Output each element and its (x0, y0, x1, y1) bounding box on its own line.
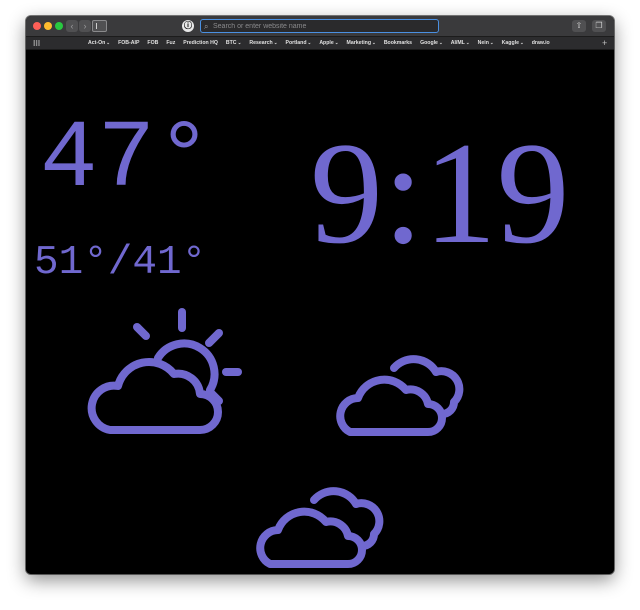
tab-overview-icon[interactable]: ❐ (592, 20, 606, 32)
bookmark-label: Apple (319, 40, 334, 46)
minimize-window-button[interactable] (44, 22, 52, 30)
title-bar: ‹ › ⓘ ⌕ ⇧ ❐ (26, 16, 614, 37)
chevron-down-icon: ⌄ (465, 40, 470, 45)
chevron-down-icon: ⌄ (438, 40, 443, 45)
bookmark-item[interactable]: BTC⌄ (226, 37, 241, 49)
chevron-down-icon: ⌄ (237, 40, 242, 45)
bookmark-item[interactable]: Bookmarks (384, 37, 412, 49)
bookmark-label: Research (249, 40, 273, 46)
search-icon: ⌕ (204, 22, 209, 31)
privacy-report-icon[interactable]: ⓘ (182, 20, 194, 32)
cloudy-icon (256, 487, 384, 568)
bookmark-label: Portland (285, 40, 307, 46)
bookmark-label: draw.io (531, 40, 550, 46)
bookmark-item[interactable]: Marketing⌄ (347, 37, 376, 49)
bookmark-label: Fuz (166, 40, 176, 46)
bookmark-label: Kaggle (501, 40, 519, 46)
bookmark-item[interactable]: Fuz (166, 37, 175, 49)
bookmark-item[interactable]: draw.io (532, 37, 550, 49)
high-low-temperature: 51°/41° (34, 240, 207, 286)
forward-button[interactable]: › (79, 20, 91, 32)
bookmark-label: Google (420, 40, 438, 46)
chevron-down-icon: ⌄ (273, 40, 278, 45)
bookmark-label: BTC (225, 40, 237, 46)
chevron-down-icon: ⌄ (334, 40, 339, 45)
bookmark-label: FOB (147, 40, 159, 46)
browser-window: ‹ › ⓘ ⌕ ⇧ ❐ Act-On⌄FOB-AIPFOBFuzPredicti… (26, 16, 614, 574)
bookmark-item[interactable]: Prediction HQ (183, 37, 218, 49)
zoom-window-button[interactable] (55, 22, 63, 30)
bookmark-label: Bookmarks (383, 40, 413, 46)
chevron-down-icon: ⌄ (519, 40, 524, 45)
bookmark-item[interactable]: FOB-AIP (118, 37, 139, 49)
bookmark-list: Act-On⌄ FOB-AIP FOB Fuz Prediction HQ BTC⌄ Res… (88, 37, 550, 49)
bookmark-label: Marketing (346, 40, 372, 46)
show-all-bookmarks-grid-icon[interactable] (33, 40, 40, 46)
close-window-button[interactable] (33, 22, 41, 30)
share-icon[interactable]: ⇧ (572, 20, 586, 32)
favorites-bar: Act-On⌄ FOB-AIP FOB Fuz Prediction HQ BTC⌄ Res… (26, 37, 614, 50)
bookmark-label: AI/ML (450, 40, 465, 46)
address-input[interactable] (213, 20, 433, 32)
clock-time: 9:19 (310, 112, 570, 274)
bookmark-label: FOB-AIP (118, 40, 140, 46)
cloudy-icon (336, 355, 464, 436)
bookmark-label: Act-On (88, 40, 106, 46)
bookmark-item[interactable]: Kaggle⌄ (502, 37, 524, 49)
bookmark-item[interactable]: Portland⌄ (285, 37, 311, 49)
address-bar[interactable]: ⌕ (200, 19, 439, 33)
dashboard-page: 47° 51°/41° 9:19 (26, 50, 614, 574)
bookmark-label: Prediction HQ (183, 40, 218, 46)
chevron-down-icon: ⌄ (106, 40, 111, 45)
bookmark-item[interactable]: AI/ML⌄ (451, 37, 470, 49)
chevron-down-icon: ⌄ (307, 40, 312, 45)
chevron-down-icon: ⌄ (372, 40, 376, 45)
bookmark-item[interactable]: Act-On⌄ (88, 37, 110, 49)
chevron-down-icon: ⌄ (489, 40, 494, 45)
bookmark-item[interactable]: Nein⌄ (478, 37, 494, 49)
new-tab-button[interactable]: + (602, 37, 607, 49)
partly-cloudy-day-icon (87, 308, 242, 434)
bookmark-item[interactable]: Research⌄ (249, 37, 277, 49)
bookmark-item[interactable]: Google⌄ (420, 37, 443, 49)
bookmark-label: Nein (477, 40, 489, 46)
bookmark-item[interactable]: FOB (147, 37, 158, 49)
back-button[interactable]: ‹ (66, 20, 78, 32)
sidebar-toggle-icon[interactable] (92, 20, 107, 32)
current-temperature: 47° (40, 105, 213, 214)
bookmark-item[interactable]: Apple⌄ (319, 37, 338, 49)
